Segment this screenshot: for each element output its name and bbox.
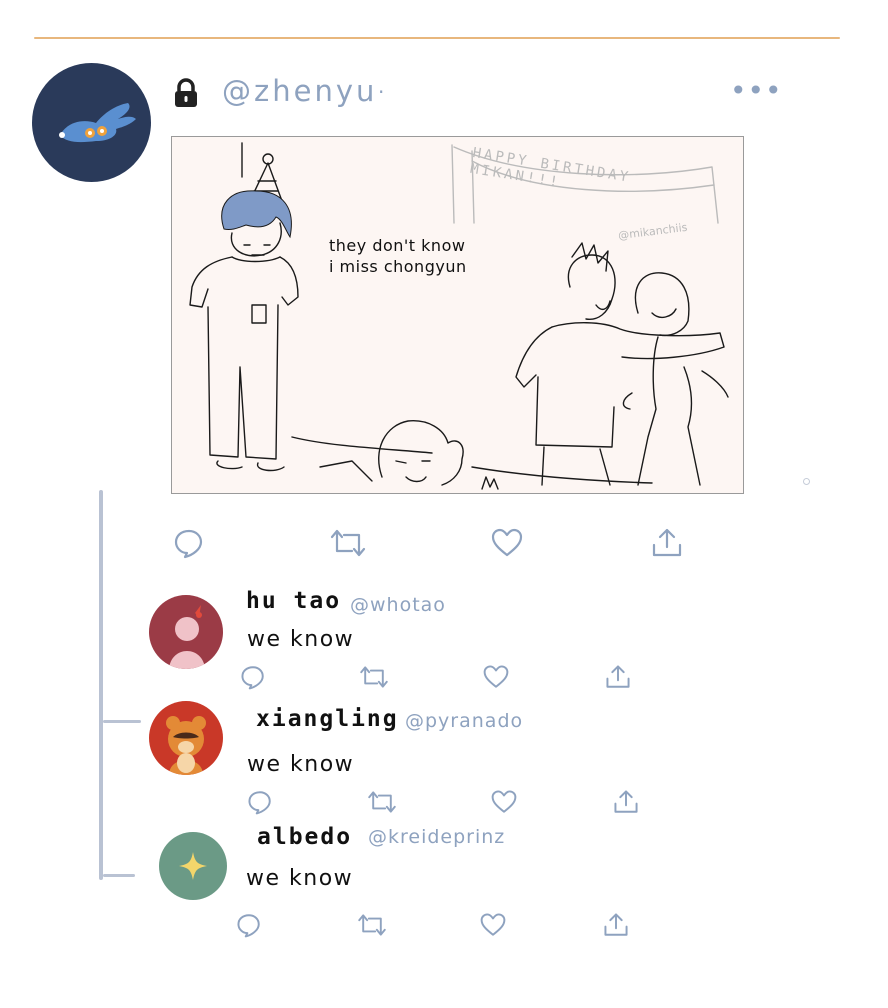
ghost-icon — [169, 605, 205, 669]
reply-author-handle[interactable]: @pyranado — [405, 710, 523, 732]
speech-bubble-icon — [237, 914, 260, 938]
heart-icon — [491, 528, 523, 557]
like-button[interactable] — [490, 789, 518, 815]
share-icon — [614, 790, 638, 813]
retweet-icon — [330, 529, 366, 557]
top-divider — [34, 37, 840, 39]
share-button[interactable] — [604, 664, 632, 690]
speech-bubble-icon — [248, 791, 271, 815]
reply-text: we know — [247, 752, 355, 777]
retweet-icon — [360, 666, 388, 688]
heart-icon — [480, 913, 506, 936]
avatar-hu-tao[interactable] — [149, 595, 223, 669]
bear-icon — [166, 716, 206, 775]
avatar-xiangling[interactable] — [149, 701, 223, 775]
avatar-zhenyu[interactable] — [32, 63, 151, 182]
comic-caption-line-1: they don't know — [329, 236, 466, 255]
share-icon — [652, 528, 682, 557]
share-button[interactable] — [612, 789, 640, 815]
speech-bubble-icon — [174, 529, 203, 559]
post-image[interactable]: they don't know i miss chongyun HAPPY BI… — [171, 136, 744, 494]
thread-line — [99, 490, 103, 880]
reply-button[interactable] — [235, 912, 263, 938]
like-button[interactable] — [490, 527, 524, 559]
post-author-handle[interactable]: @zhenyu — [222, 74, 377, 108]
comic-caption-line-2: i miss chongyun — [329, 257, 467, 276]
lock-icon — [172, 78, 200, 108]
reply-button[interactable] — [240, 664, 266, 690]
retweet-icon — [368, 791, 396, 813]
reply-author-handle[interactable]: @kreideprinz — [368, 826, 505, 848]
star-sparkle-icon — [179, 852, 207, 880]
comic-caption: they don't know i miss chongyun — [329, 235, 467, 277]
heart-icon — [491, 790, 517, 813]
share-button[interactable] — [602, 912, 630, 938]
retweet-button[interactable] — [366, 789, 398, 815]
reply-button[interactable] — [247, 789, 273, 815]
like-button[interactable] — [479, 912, 507, 938]
separator-dot: · — [378, 80, 385, 104]
more-options-button[interactable]: ••• — [730, 74, 783, 107]
share-icon — [606, 665, 630, 688]
heart-icon — [483, 665, 509, 688]
avatar-albedo[interactable] — [159, 832, 227, 900]
reply-button[interactable] — [172, 527, 206, 559]
share-icon — [604, 913, 628, 936]
retweet-button[interactable] — [356, 912, 388, 938]
retweet-button[interactable] — [328, 527, 368, 559]
speech-bubble-icon — [241, 666, 264, 690]
reply-author-name[interactable]: xiangling — [256, 706, 399, 732]
reply-text: we know — [247, 627, 355, 652]
retweet-button[interactable] — [358, 664, 390, 690]
retweet-icon — [358, 914, 386, 936]
reply-author-name[interactable]: albedo — [257, 824, 352, 850]
like-button[interactable] — [482, 664, 510, 690]
thread-branch — [103, 720, 141, 723]
reply-author-name[interactable]: hu tao — [246, 588, 341, 614]
thread-branch — [103, 874, 135, 877]
decorative-dot — [803, 478, 810, 485]
reply-author-handle[interactable]: @whotao — [350, 594, 446, 616]
share-button[interactable] — [650, 527, 684, 559]
reply-text: we know — [246, 866, 354, 891]
blue-creature-icon — [59, 103, 136, 143]
